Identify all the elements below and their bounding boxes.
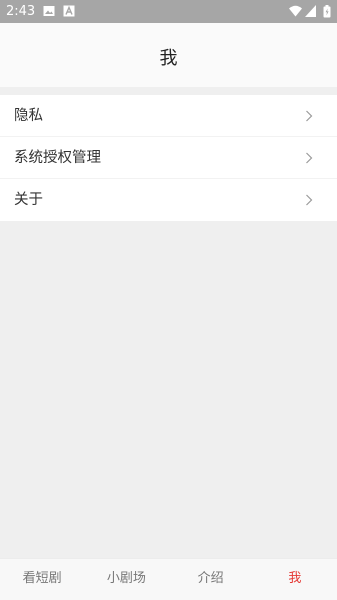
status-bar: 2:43 bbox=[0, 0, 337, 23]
header: 我 bbox=[0, 23, 337, 87]
chevron-right-icon bbox=[305, 110, 313, 122]
tab-theater[interactable]: 小剧场 bbox=[84, 559, 168, 600]
status-time: 2:43 bbox=[6, 4, 36, 19]
battery-icon bbox=[323, 5, 331, 18]
bottom-tab-bar: 看短剧 小剧场 介绍 我 bbox=[0, 558, 337, 600]
menu-item-privacy[interactable]: 隐私 bbox=[0, 95, 337, 137]
image-icon bbox=[43, 5, 55, 17]
menu-item-label: 隐私 bbox=[14, 108, 43, 124]
tab-intro[interactable]: 介绍 bbox=[169, 559, 253, 600]
menu-item-label: 系统授权管理 bbox=[14, 150, 101, 166]
a-icon bbox=[63, 5, 75, 17]
wifi-icon bbox=[289, 5, 302, 17]
page-title: 我 bbox=[159, 48, 178, 69]
menu-item-about[interactable]: 关于 bbox=[0, 179, 337, 221]
tab-short-drama[interactable]: 看短剧 bbox=[0, 559, 84, 600]
chevron-right-icon bbox=[305, 194, 313, 206]
signal-icon bbox=[305, 5, 316, 17]
chevron-right-icon bbox=[305, 152, 313, 164]
menu-item-system-permissions[interactable]: 系统授权管理 bbox=[0, 137, 337, 179]
settings-menu: 隐私 系统授权管理 关于 bbox=[0, 95, 337, 221]
tab-me[interactable]: 我 bbox=[253, 559, 337, 600]
menu-item-label: 关于 bbox=[14, 192, 43, 208]
